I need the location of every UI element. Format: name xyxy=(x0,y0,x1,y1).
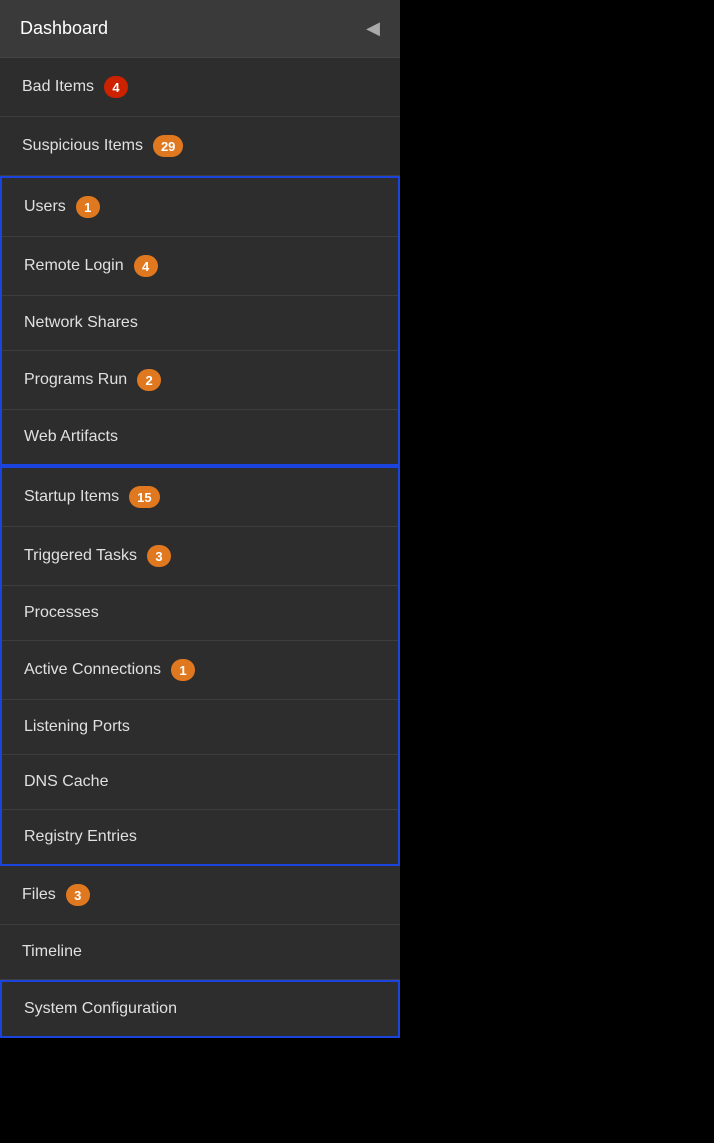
processes-label: Processes xyxy=(24,604,99,622)
group-user-activity: Users 1 Remote Login 4 Network Shares Pr… xyxy=(0,176,400,466)
registry-entries-label: Registry Entries xyxy=(24,828,137,846)
sidebar-item-programs-run[interactable]: Programs Run 2 xyxy=(2,351,398,410)
sidebar-item-registry-entries[interactable]: Registry Entries xyxy=(2,810,398,864)
bad-items-label: Bad Items xyxy=(22,78,94,96)
suspicious-items-label: Suspicious Items xyxy=(22,137,143,155)
sidebar-item-dns-cache[interactable]: DNS Cache xyxy=(2,755,398,810)
dashboard-title: Dashboard xyxy=(20,18,108,39)
sidebar-item-timeline[interactable]: Timeline xyxy=(0,925,400,980)
collapse-icon[interactable]: ◀ xyxy=(366,18,380,39)
sidebar-item-bad-items[interactable]: Bad Items 4 xyxy=(0,58,400,117)
sidebar-item-triggered-tasks[interactable]: Triggered Tasks 3 xyxy=(2,527,398,586)
timeline-label: Timeline xyxy=(22,943,82,961)
system-configuration-label: System Configuration xyxy=(24,1000,177,1018)
sidebar-item-startup-items[interactable]: Startup Items 15 xyxy=(2,468,398,527)
sidebar-item-network-shares[interactable]: Network Shares xyxy=(2,296,398,351)
triggered-tasks-label: Triggered Tasks xyxy=(24,547,137,565)
triggered-tasks-badge: 3 xyxy=(147,545,171,567)
sidebar-item-processes[interactable]: Processes xyxy=(2,586,398,641)
sidebar-item-web-artifacts[interactable]: Web Artifacts xyxy=(2,410,398,464)
sidebar: Dashboard ◀ Bad Items 4 Suspicious Items… xyxy=(0,0,400,1038)
group-system-activity: Startup Items 15 Triggered Tasks 3 Proce… xyxy=(0,466,400,866)
files-badge: 3 xyxy=(66,884,90,906)
files-label: Files xyxy=(22,886,56,904)
startup-items-badge: 15 xyxy=(129,486,159,508)
programs-run-label: Programs Run xyxy=(24,371,127,389)
users-badge: 1 xyxy=(76,196,100,218)
users-label: Users xyxy=(24,198,66,216)
active-connections-label: Active Connections xyxy=(24,661,161,679)
remote-login-badge: 4 xyxy=(134,255,158,277)
suspicious-items-badge: 29 xyxy=(153,135,183,157)
startup-items-label: Startup Items xyxy=(24,488,119,506)
sidebar-item-system-configuration[interactable]: System Configuration xyxy=(2,982,398,1036)
sidebar-item-remote-login[interactable]: Remote Login 4 xyxy=(2,237,398,296)
sidebar-item-active-connections[interactable]: Active Connections 1 xyxy=(2,641,398,700)
dns-cache-label: DNS Cache xyxy=(24,773,108,791)
dashboard-header[interactable]: Dashboard ◀ xyxy=(0,0,400,58)
sidebar-item-users[interactable]: Users 1 xyxy=(2,178,398,237)
listening-ports-label: Listening Ports xyxy=(24,718,130,736)
sidebar-item-suspicious-items[interactable]: Suspicious Items 29 xyxy=(0,117,400,176)
programs-run-badge: 2 xyxy=(137,369,161,391)
web-artifacts-label: Web Artifacts xyxy=(24,428,118,446)
bad-items-badge: 4 xyxy=(104,76,128,98)
group-system-configuration: System Configuration xyxy=(0,980,400,1038)
remote-login-label: Remote Login xyxy=(24,257,124,275)
sidebar-item-listening-ports[interactable]: Listening Ports xyxy=(2,700,398,755)
active-connections-badge: 1 xyxy=(171,659,195,681)
sidebar-item-files[interactable]: Files 3 xyxy=(0,866,400,925)
network-shares-label: Network Shares xyxy=(24,314,138,332)
